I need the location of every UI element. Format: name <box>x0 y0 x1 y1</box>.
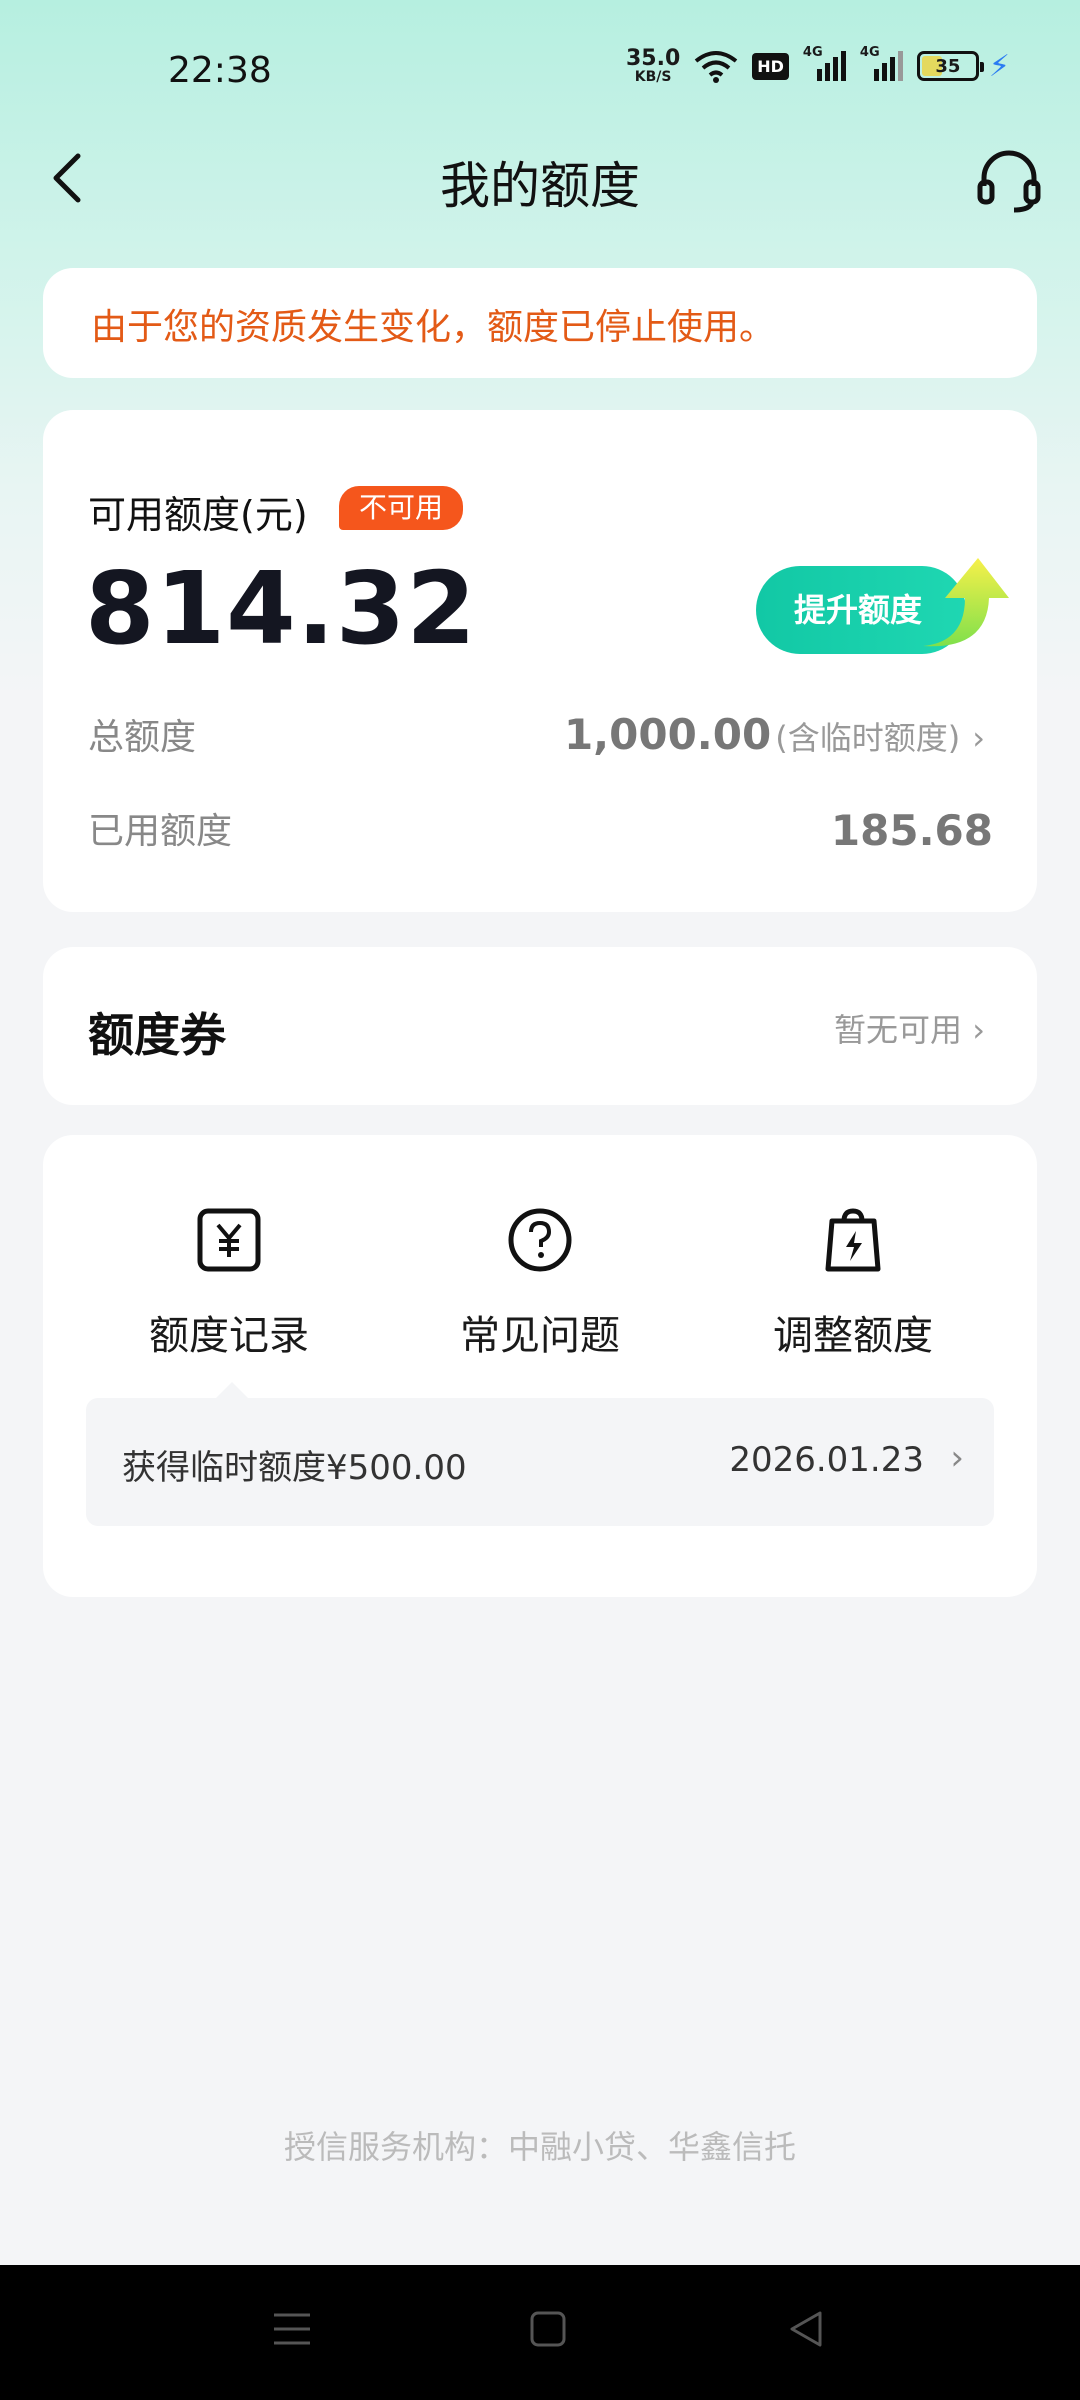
menu-card: 额度记录 常见问题 调整额度 获得临时额度¥500.00 2026.01.23 … <box>43 1135 1037 1597</box>
status-bar: 22:38 35.0 KB/S HD 4G 4G 35 ⚡ <box>0 40 1080 100</box>
notice-text: 由于您的资质发生变化，额度已停止使用。 <box>91 307 776 348</box>
total-quota-label: 总额度 <box>88 717 197 758</box>
charging-icon: ⚡ <box>988 48 1010 84</box>
notice-card: 由于您的资质发生变化，额度已停止使用。 <box>43 268 1037 378</box>
wifi-icon <box>695 51 738 83</box>
chevron-right-icon: › <box>950 1438 964 1478</box>
used-quota-value: 185.68 <box>830 806 993 855</box>
net-speed: 35.0 KB/S <box>625 46 681 85</box>
status-time: 22:38 <box>168 50 272 91</box>
quota-card: 可用额度(元) 不可用 814.32 提升额度 总额度 1,000.00 (含临… <box>43 410 1037 912</box>
status-badge: 不可用 <box>339 486 464 530</box>
page-title: 我的额度 <box>440 157 640 215</box>
home-icon[interactable] <box>528 2307 568 2351</box>
system-nav-bar <box>0 2265 1080 2400</box>
voucher-card[interactable]: 额度券 暂无可用 › <box>43 947 1037 1105</box>
up-arrow-icon <box>923 558 1009 647</box>
signal-icon: 4G <box>803 45 846 81</box>
hd-icon: HD <box>752 52 789 80</box>
used-quota-label: 已用额度 <box>88 811 233 852</box>
status-icons: 35.0 KB/S HD 4G 4G 35 ⚡ <box>625 45 1010 85</box>
signal-icon-2: 4G <box>860 45 903 81</box>
total-quota-value[interactable]: 1,000.00 (含临时额度) › <box>564 710 985 759</box>
bag-bolt-icon <box>825 1208 881 1272</box>
menu-quota-record[interactable]: 额度记录 <box>109 1205 349 1361</box>
credit-institution-text: 授信服务机构：中融小贷、华鑫信托 <box>283 2128 796 2166</box>
menu-faq[interactable]: 常见问题 <box>420 1205 660 1361</box>
chevron-right-icon: › <box>972 719 985 757</box>
quota-record-entry[interactable]: 获得临时额度¥500.00 2026.01.23 › <box>86 1382 994 1526</box>
customer-service-icon[interactable] <box>974 146 1044 216</box>
record-date: 2026.01.23 <box>729 1440 924 1480</box>
available-label: 可用额度(元) <box>88 493 308 537</box>
menu-icon[interactable] <box>270 2307 314 2351</box>
back-nav-icon[interactable] <box>784 2307 828 2351</box>
voucher-status: 暂无可用 › <box>834 1011 985 1049</box>
available-amount: 814.32 <box>85 550 477 667</box>
nav-header: 我的额度 <box>0 130 1080 230</box>
voucher-title: 额度券 <box>88 1008 226 1062</box>
question-icon <box>508 1208 572 1272</box>
yuan-icon <box>197 1208 261 1272</box>
battery-icon: 35 <box>916 51 984 81</box>
record-text: 获得临时额度¥500.00 <box>122 1448 467 1488</box>
chevron-right-icon: › <box>972 1011 985 1049</box>
menu-adjust-quota[interactable]: 调整额度 <box>733 1205 973 1361</box>
